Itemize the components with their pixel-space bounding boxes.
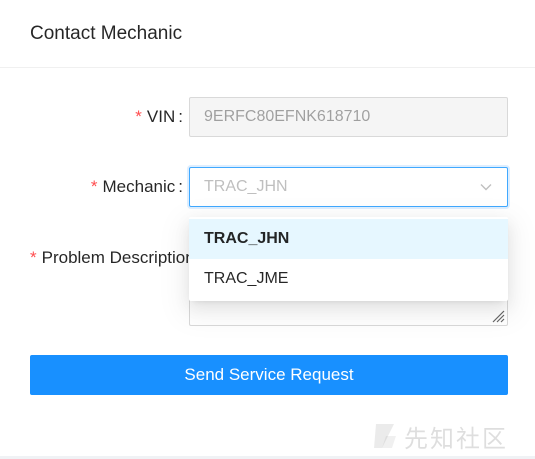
resize-handle-icon[interactable] bbox=[489, 307, 505, 323]
dropdown-option[interactable]: TRAC_JHN bbox=[189, 219, 508, 259]
option-label: TRAC_JHN bbox=[204, 230, 290, 247]
send-service-request-button[interactable]: Send Service Request bbox=[30, 355, 508, 395]
mechanic-label: * Mechanic : bbox=[91, 167, 183, 207]
mechanic-selected-value: TRAC_JHN bbox=[204, 178, 288, 195]
problem-label: * Problem Description bbox=[0, 238, 189, 278]
modal-header: Contact Mechanic bbox=[0, 0, 535, 68]
modal-title: Contact Mechanic bbox=[30, 22, 183, 44]
vin-label-text: VIN bbox=[146, 107, 176, 126]
vin-required-mark: * bbox=[135, 107, 142, 126]
mechanic-row: * Mechanic : TRAC_JHN bbox=[0, 167, 535, 207]
vin-input[interactable]: 9ERFC80EFNK618710 bbox=[189, 97, 508, 137]
mechanic-label-text: Mechanic bbox=[102, 177, 176, 196]
watermark-text: 先知社区 bbox=[404, 424, 508, 453]
watermark: 先知社区 bbox=[372, 418, 508, 454]
contact-mechanic-modal: Contact Mechanic * VIN : 9ERFC80EFNK6187… bbox=[0, 0, 535, 459]
problem-label-text: Problem Description bbox=[41, 248, 189, 267]
option-label: TRAC_JME bbox=[204, 270, 289, 287]
mechanic-select[interactable]: TRAC_JHN bbox=[189, 167, 508, 207]
dropdown-option[interactable]: TRAC_JME bbox=[189, 259, 508, 299]
problem-required-mark: * bbox=[30, 248, 37, 267]
watermark-logo-icon bbox=[374, 424, 396, 448]
vin-label-colon: : bbox=[178, 107, 183, 126]
mechanic-label-colon: : bbox=[178, 177, 183, 196]
mechanic-required-mark: * bbox=[90, 177, 98, 196]
vin-value: 9ERFC80EFNK618710 bbox=[204, 108, 371, 125]
vin-label: * VIN : bbox=[135, 97, 183, 137]
chevron-down-icon[interactable] bbox=[479, 180, 493, 194]
vin-row: * VIN : 9ERFC80EFNK618710 bbox=[0, 97, 535, 137]
mechanic-dropdown: TRAC_JHN TRAC_JME bbox=[189, 217, 508, 301]
